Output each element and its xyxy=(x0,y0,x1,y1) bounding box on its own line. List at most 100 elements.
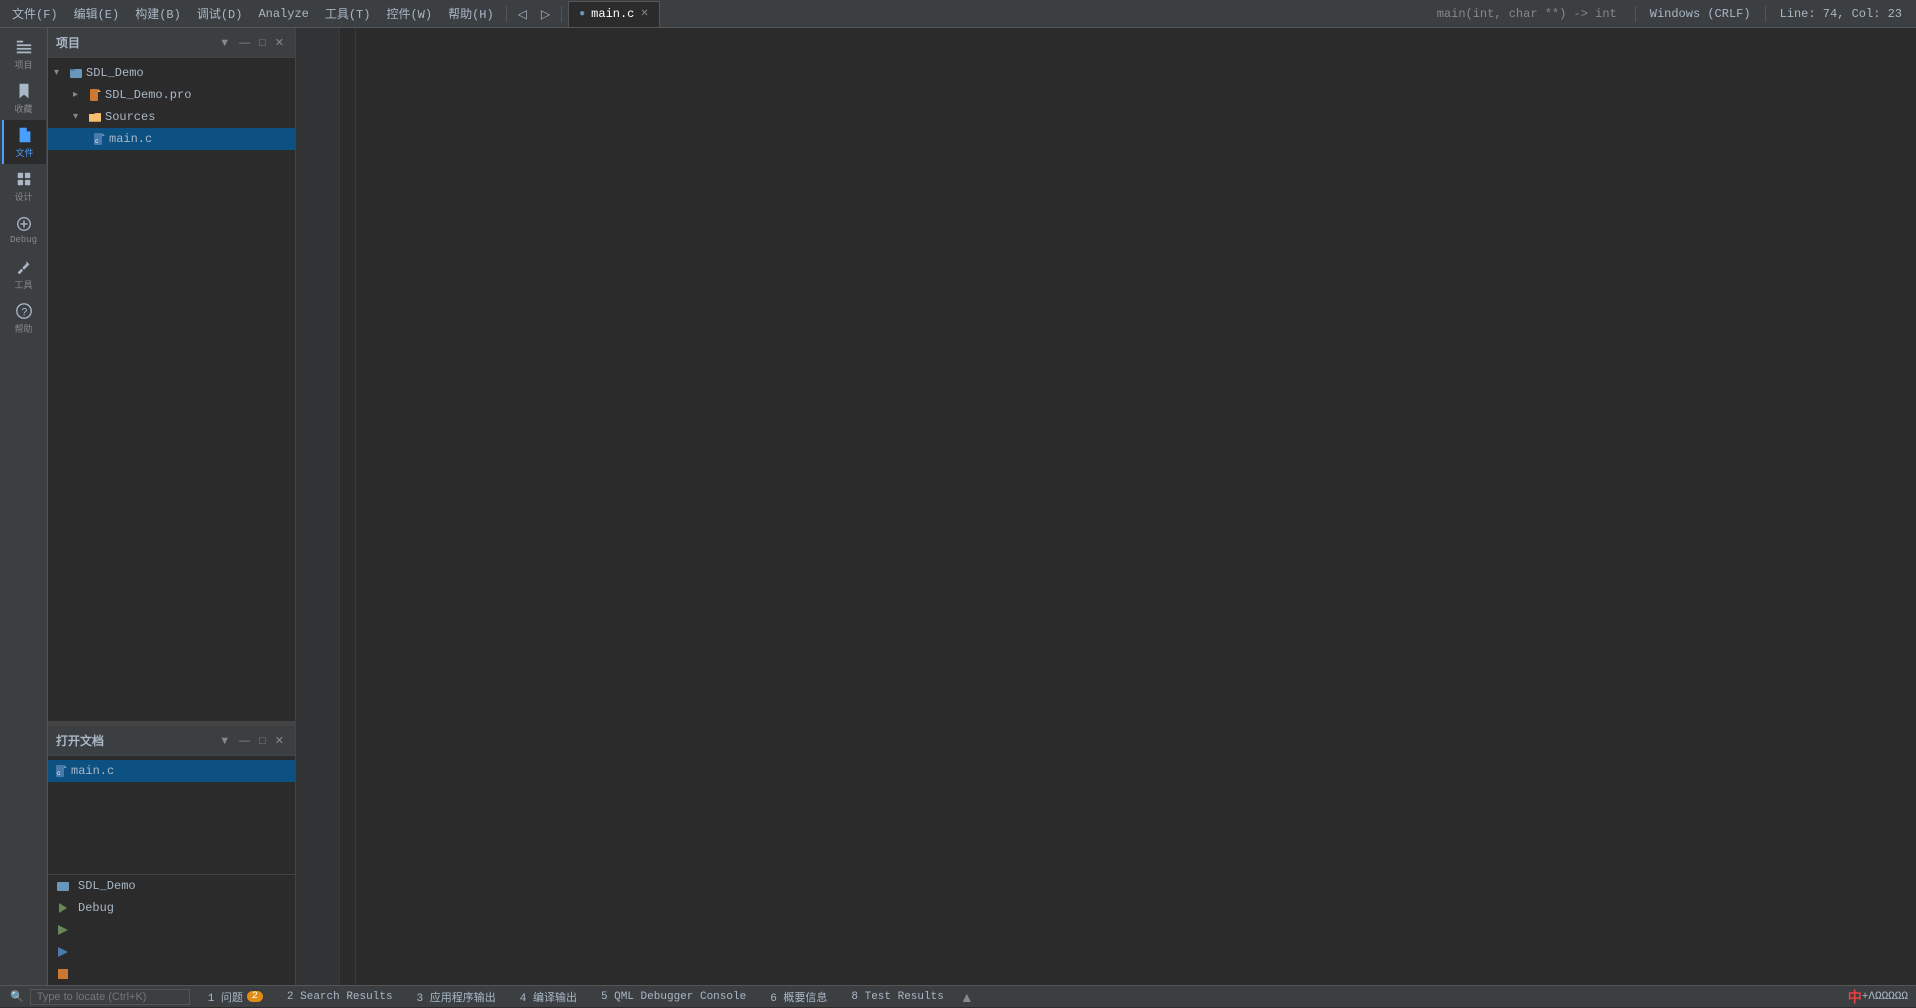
status-tab-tests[interactable]: 8 Test Results xyxy=(839,986,955,1008)
panel-maximize-btn[interactable]: □ xyxy=(256,35,269,50)
build-button-area[interactable] xyxy=(48,941,295,963)
debug-label: Debug xyxy=(78,901,114,915)
menu-item-controls[interactable]: 控件(W) xyxy=(380,5,438,22)
project-panel-title: 项目 xyxy=(56,34,80,51)
menu-item-build[interactable]: 构建(B) xyxy=(129,5,187,22)
tree-arrow-sdl-demo: ▾ xyxy=(54,67,66,79)
sidebar-item-bookmark[interactable]: 收藏 xyxy=(2,76,46,120)
fold-gutter xyxy=(340,28,356,985)
tree-item-main-c[interactable]: c main.c xyxy=(48,128,295,150)
tree-item-sdl-demo[interactable]: ▾ SDL_Demo xyxy=(48,62,295,84)
build-icon xyxy=(56,945,70,959)
search-tab-label: 2 Search Results xyxy=(287,991,393,1003)
c-file-icon: ● xyxy=(579,9,585,20)
breadcrumb-text: main(int, char **) -> int xyxy=(1437,7,1617,21)
open-files-section: 打开文档 ▼ — □ ✕ c main.c SDL_Demo xyxy=(48,725,295,985)
tree-label-main-c: main.c xyxy=(109,132,152,146)
file-tree-content: ▾ SDL_Demo ▸ SDL_Demo.pro ▾ Sources xyxy=(48,58,295,721)
svg-text:c: c xyxy=(95,138,99,145)
nav-forward-button[interactable]: ▷ xyxy=(536,5,555,23)
problems-badge: 2 xyxy=(247,991,263,1002)
main-layout: 项目 收藏 文件 设计 Debug 工具 ? 帮助 xyxy=(0,28,1916,985)
status-tab-compile[interactable]: 4 编译输出 xyxy=(508,986,589,1008)
tree-label-sdl-demo: SDL_Demo xyxy=(86,66,144,80)
status-tab-app-output[interactable]: 3 应用程序输出 xyxy=(405,986,508,1008)
run-button-area[interactable] xyxy=(48,919,295,941)
line-numbers xyxy=(296,28,340,985)
menu-item-tools[interactable]: 工具(T) xyxy=(319,5,377,22)
tree-label-pro: SDL_Demo.pro xyxy=(105,88,191,102)
editor-tab-area: ● main.c ✕ xyxy=(568,1,1421,27)
open-files-header: 打开文档 ▼ — □ ✕ xyxy=(48,726,295,756)
sidebar-item-tools-label: 工具 xyxy=(14,278,32,291)
line-col-info: Line: 74, Col: 23 xyxy=(1772,7,1910,21)
tree-item-sources[interactable]: ▾ Sources xyxy=(48,106,295,128)
open-files-maximize-btn[interactable]: □ xyxy=(256,733,269,748)
stop-button-area[interactable] xyxy=(48,963,295,985)
tree-arrow-pro: ▸ xyxy=(73,89,85,101)
separator xyxy=(1765,6,1766,22)
open-files-minimize-btn[interactable]: — xyxy=(236,733,253,748)
c-file-icon: c xyxy=(92,132,106,146)
open-files-filter-btn[interactable]: ▼ xyxy=(216,733,233,748)
status-bar: 🔍 1 问题 2 2 Search Results 3 应用程序输出 4 编译输… xyxy=(0,985,1916,1007)
status-tab-qml[interactable]: 5 QML Debugger Console xyxy=(589,986,758,1008)
panel-minimize-btn[interactable]: — xyxy=(236,35,253,50)
open-file-label: main.c xyxy=(71,764,114,778)
problems-tab-label: 1 问题 xyxy=(208,989,243,1005)
sidebar-item-help-label: 帮助 xyxy=(14,322,32,335)
open-files-list: c main.c xyxy=(48,756,295,874)
pro-file-icon xyxy=(88,88,102,102)
top-menu-bar: 文件(F) 编辑(E) 构建(B) 调试(D) Analyze 工具(T) 控件… xyxy=(0,0,1916,28)
menu-item-analyze[interactable]: Analyze xyxy=(252,7,314,21)
folder-icon xyxy=(88,110,102,124)
sidebar-item-file[interactable]: 文件 xyxy=(2,120,46,164)
crlf-label: Windows (CRLF) xyxy=(1642,7,1759,21)
tree-label-sources: Sources xyxy=(105,110,155,124)
sidebar-item-debug[interactable]: Debug xyxy=(2,208,46,252)
open-files-close-btn[interactable]: ✕ xyxy=(272,733,287,748)
tests-tab-label: 8 Test Results xyxy=(851,991,943,1003)
left-panels: 项目 ▼ — □ ✕ ▾ SDL_Demo ▸ xyxy=(48,28,296,985)
sidebar-item-project[interactable]: 项目 xyxy=(2,32,46,76)
nav-back-button[interactable]: ◁ xyxy=(513,5,532,23)
status-tab-problems[interactable]: 1 问题 2 xyxy=(196,986,275,1008)
svg-text:?: ? xyxy=(21,307,27,319)
menu-item-help[interactable]: 帮助(H) xyxy=(442,5,500,22)
sidebar-item-help[interactable]: ? 帮助 xyxy=(2,296,46,340)
qml-tab-label: 5 QML Debugger Console xyxy=(601,991,746,1003)
search-input[interactable] xyxy=(30,989,190,1005)
panel-filter-btn[interactable]: ▼ xyxy=(216,35,233,50)
icon-sidebar: 项目 收藏 文件 设计 Debug 工具 ? 帮助 xyxy=(0,28,48,985)
editor-content[interactable] xyxy=(296,28,1916,985)
menu-item-file[interactable]: 文件(F) xyxy=(6,5,64,22)
svg-text:c: c xyxy=(57,770,61,777)
status-right: 中 +ΛΩΩΩΩΩ xyxy=(1840,987,1916,1007)
sidebar-item-tools[interactable]: 工具 xyxy=(2,252,46,296)
menu-item-edit[interactable]: 编辑(E) xyxy=(68,5,126,22)
brand-icons: +ΛΩΩΩΩΩ xyxy=(1862,991,1908,1003)
sidebar-item-design[interactable]: 设计 xyxy=(2,164,46,208)
tree-arrow-sources: ▾ xyxy=(73,111,85,123)
menu-item-debug[interactable]: 调试(D) xyxy=(191,5,249,22)
file-tab-main-c[interactable]: ● main.c ✕ xyxy=(568,1,660,27)
run-icon xyxy=(56,923,70,937)
project-icon xyxy=(69,66,83,80)
panel-close-btn[interactable]: ✕ xyxy=(272,35,287,50)
open-file-main-c[interactable]: c main.c xyxy=(48,760,295,782)
sidebar-item-debug-label: Debug xyxy=(10,235,37,245)
status-tab-overview[interactable]: 6 概要信息 xyxy=(758,986,839,1008)
code-body[interactable] xyxy=(356,28,1906,985)
file-tab-label: main.c xyxy=(591,7,634,21)
search-input-area[interactable]: 🔍 xyxy=(6,990,28,1003)
close-tab-button[interactable]: ✕ xyxy=(640,8,648,20)
app-output-tab-label: 3 应用程序输出 xyxy=(417,989,496,1005)
separator xyxy=(506,6,507,22)
tree-item-sdl-demo-pro[interactable]: ▸ SDL_Demo.pro xyxy=(48,84,295,106)
panel-actions: ▼ — □ ✕ xyxy=(216,35,287,50)
status-tab-search[interactable]: 2 Search Results xyxy=(275,986,405,1008)
bottom-sidebar-debug[interactable]: Debug xyxy=(48,897,295,919)
bottom-sidebar-sdl-demo[interactable]: SDL_Demo xyxy=(48,875,295,897)
status-more-btn[interactable]: ▲ xyxy=(956,989,978,1005)
sidebar-item-file-label: 文件 xyxy=(15,146,33,159)
